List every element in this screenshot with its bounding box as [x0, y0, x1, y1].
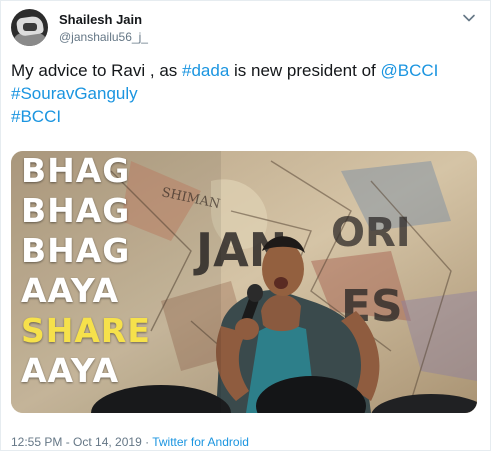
hashtag-bcci-link[interactable]: #BCCI — [11, 105, 481, 128]
author-name[interactable]: Shailesh Jain — [59, 12, 142, 27]
overlay-line: AAYA — [21, 271, 120, 310]
tweet-text: My advice to Ravi , as #dada is new pres… — [11, 59, 481, 128]
tweet-source-link[interactable]: Twitter for Android — [152, 435, 249, 449]
svg-text:ORI: ORI — [331, 210, 411, 256]
avatar[interactable] — [11, 9, 48, 46]
overlay-line: BHAG — [21, 191, 131, 230]
overlay-line: AAYA — [21, 351, 120, 390]
chevron-down-icon[interactable] — [462, 11, 476, 25]
hashtag-souravganguly-link[interactable]: #SouravGanguly — [11, 82, 481, 105]
meta-separator: · — [141, 435, 153, 449]
tweet-timestamp[interactable]: 12:55 PM - Oct 14, 2019 — [11, 435, 142, 449]
tweet-text-prefix: My advice to Ravi , as — [11, 61, 183, 80]
author-handle[interactable]: @janshailu56_j_ — [59, 30, 148, 44]
hashtag-dada-link[interactable]: #dada — [182, 61, 229, 80]
tweet-meta: 12:55 PM - Oct 14, 2019 · Twitter for An… — [11, 435, 249, 449]
overlay-line: BHAG — [21, 151, 131, 190]
tweet-media-image[interactable]: JAN ORI ES SHIMAN BHAG BHAG BHAG AAYA SH… — [11, 151, 477, 413]
overlay-line-highlight: SHARE — [21, 311, 151, 350]
tweet-card: Shailesh Jain @janshailu56_j_ My advice … — [0, 0, 491, 451]
tweet-text-middle: is new president of — [229, 61, 381, 80]
tweet-text-line-1: My advice to Ravi , as #dada is new pres… — [11, 59, 481, 82]
mention-bcci-link[interactable]: @BCCI — [381, 61, 439, 80]
overlay-line: BHAG — [21, 231, 131, 270]
media-overlay-text: BHAG BHAG BHAG AAYA SHARE AAYA — [21, 151, 211, 391]
